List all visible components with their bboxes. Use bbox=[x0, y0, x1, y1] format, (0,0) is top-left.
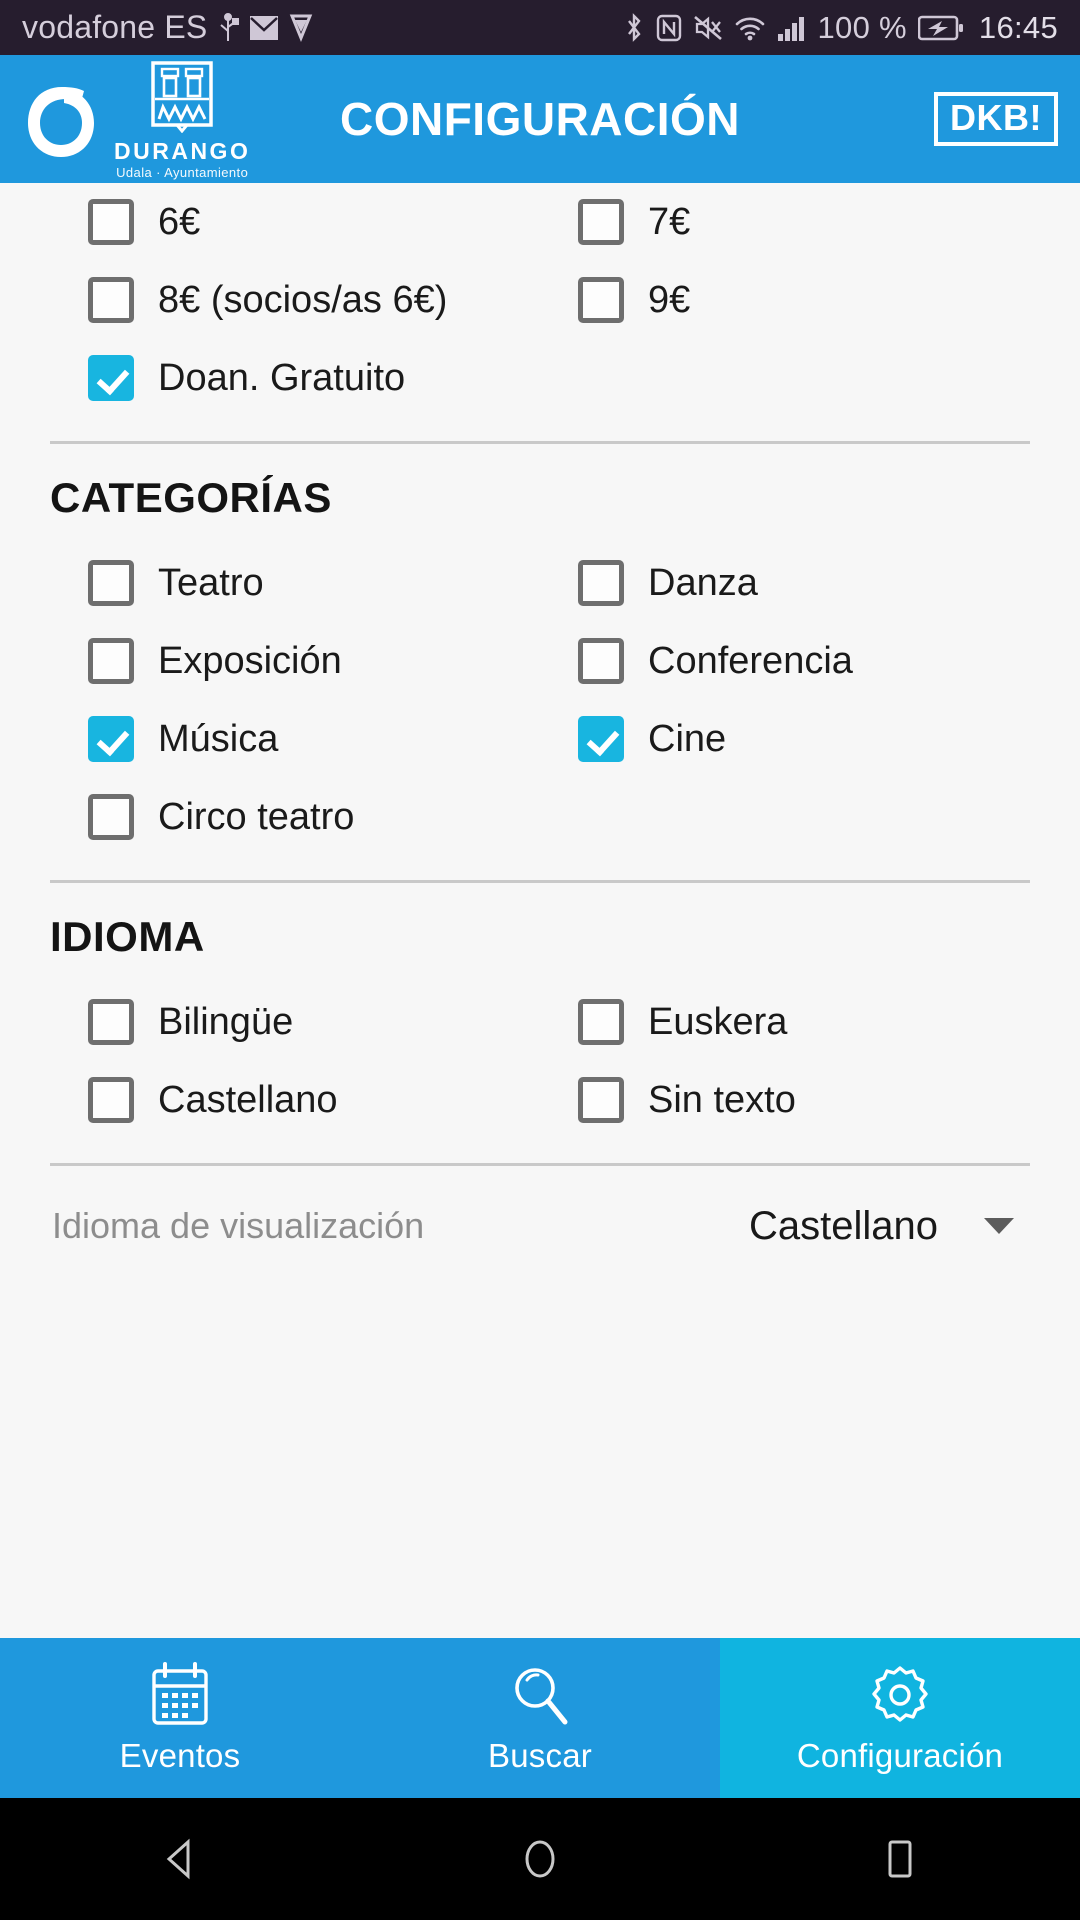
checkbox-row-price-6[interactable]: 6€ bbox=[50, 183, 540, 261]
checkbox-bilingue[interactable] bbox=[88, 999, 134, 1045]
checkbox-conferencia[interactable] bbox=[578, 638, 624, 684]
checkbox-label: Exposición bbox=[158, 639, 342, 682]
checkbox-label: 7€ bbox=[648, 200, 691, 243]
checkbox-label: Danza bbox=[648, 561, 758, 604]
display-language-label: Idioma de visualización bbox=[52, 1205, 425, 1246]
status-bar-right: 100 % 16:45 bbox=[623, 10, 1058, 46]
checkbox-musica[interactable] bbox=[88, 716, 134, 762]
checkbox-row-conferencia[interactable]: Conferencia bbox=[540, 622, 1030, 700]
tab-label: Buscar bbox=[488, 1737, 592, 1774]
durango-subtitle-label: Udala · Ayuntamiento bbox=[116, 165, 249, 180]
display-language-row[interactable]: Idioma de visualización Castellano bbox=[50, 1166, 1030, 1286]
checkbox-label: Euskera bbox=[648, 1000, 788, 1043]
checkbox-euskera[interactable] bbox=[578, 999, 624, 1045]
language-group: Bilingüe Euskera Castellano Sin texto bbox=[50, 983, 1030, 1139]
mute-icon bbox=[693, 13, 723, 43]
checkbox-danza[interactable] bbox=[578, 560, 624, 606]
mail-icon bbox=[249, 15, 279, 41]
checkbox-label: Cine bbox=[648, 717, 727, 760]
app-header: DURANGO Udala · Ayuntamiento CONFIGURACI… bbox=[0, 55, 1080, 183]
checkbox-label: Circo teatro bbox=[158, 795, 355, 838]
download-icon bbox=[289, 14, 313, 42]
checkbox-price-7[interactable] bbox=[578, 199, 624, 245]
checkbox-label: Sin texto bbox=[648, 1078, 796, 1121]
display-language-dropdown[interactable]: Castellano bbox=[749, 1204, 1028, 1249]
battery-percent-label: 100 % bbox=[817, 9, 907, 45]
settings-content[interactable]: 6€ 7€ 8€ (socios/as 6€) 9€ Doan. Gratuit… bbox=[0, 183, 1080, 1638]
checkbox-row-musica[interactable]: Música bbox=[50, 700, 540, 778]
back-icon[interactable] bbox=[80, 1831, 280, 1887]
checkbox-sin-texto[interactable] bbox=[578, 1077, 624, 1123]
durango-name-label: DURANGO bbox=[114, 138, 251, 164]
nfc-icon bbox=[656, 13, 682, 43]
usb-icon bbox=[217, 12, 240, 43]
checkbox-label: 8€ (socios/as 6€) bbox=[158, 278, 448, 321]
checkbox-row-castellano[interactable]: Castellano bbox=[50, 1061, 540, 1139]
durango-crest-icon bbox=[149, 59, 215, 137]
checkbox-price-free[interactable] bbox=[88, 355, 134, 401]
status-bar: vodafone ES 100 % 16:45 bbox=[0, 0, 1080, 55]
checkbox-cine[interactable] bbox=[578, 716, 624, 762]
tab-buscar[interactable]: Buscar bbox=[360, 1638, 720, 1798]
checkbox-row-cine[interactable]: Cine bbox=[540, 700, 1030, 778]
brand-logo-group: DURANGO Udala · Ayuntamiento bbox=[22, 59, 250, 179]
checkbox-exposicion[interactable] bbox=[88, 638, 134, 684]
tab-label: Eventos bbox=[119, 1737, 241, 1774]
display-language-value: Castellano bbox=[748, 1203, 938, 1248]
checkbox-row-exposicion[interactable]: Exposición bbox=[50, 622, 540, 700]
checkbox-label: Música bbox=[158, 717, 279, 760]
chevron-down-icon[interactable] bbox=[984, 1218, 1014, 1234]
checkbox-row-teatro[interactable]: Teatro bbox=[50, 544, 540, 622]
checkbox-row-bilingue[interactable]: Bilingüe bbox=[50, 983, 540, 1061]
section-title-idioma: IDIOMA bbox=[50, 913, 205, 960]
checkbox-row-danza[interactable]: Danza bbox=[540, 544, 1030, 622]
checkbox-row-price-free[interactable]: Doan. Gratuito bbox=[50, 339, 1030, 417]
calendar-icon bbox=[149, 1661, 211, 1729]
gear-icon bbox=[868, 1661, 932, 1729]
checkbox-price-6[interactable] bbox=[88, 199, 134, 245]
durango-logo: DURANGO Udala · Ayuntamiento bbox=[114, 59, 250, 179]
divider-categories bbox=[50, 441, 1030, 444]
clock-label: 16:45 bbox=[978, 9, 1058, 45]
checkbox-row-sin-texto[interactable]: Sin texto bbox=[540, 1061, 1030, 1139]
checkbox-row-price-7[interactable]: 7€ bbox=[540, 183, 1030, 261]
bottom-tab-bar: Eventos Buscar Configuración bbox=[0, 1638, 1080, 1798]
search-icon bbox=[509, 1661, 571, 1729]
checkbox-label: Bilingüe bbox=[158, 1000, 294, 1043]
status-bar-left: vodafone ES bbox=[22, 9, 313, 46]
dkb-badge[interactable]: DKB! bbox=[934, 91, 1058, 147]
checkbox-castellano[interactable] bbox=[88, 1077, 134, 1123]
checkbox-row-circo-teatro[interactable]: Circo teatro bbox=[50, 778, 1030, 856]
categories-group: Teatro Danza Exposición Conferencia Músi… bbox=[50, 544, 1030, 856]
tab-label: Configuración bbox=[796, 1737, 1004, 1774]
divider-language bbox=[50, 880, 1030, 883]
checkbox-row-euskera[interactable]: Euskera bbox=[540, 983, 1030, 1061]
checkbox-label: Teatro bbox=[158, 561, 264, 604]
checkbox-label: Castellano bbox=[158, 1078, 338, 1121]
checkbox-row-price-9[interactable]: 9€ bbox=[540, 261, 1030, 339]
tab-configuracion[interactable]: Configuración bbox=[720, 1638, 1080, 1798]
wifi-icon bbox=[734, 14, 766, 42]
checkbox-label: Conferencia bbox=[648, 639, 853, 682]
android-nav-bar bbox=[0, 1798, 1080, 1920]
checkbox-label: Doan. Gratuito bbox=[158, 356, 406, 399]
bluetooth-icon bbox=[623, 12, 645, 43]
signal-icon bbox=[777, 14, 807, 42]
recents-icon[interactable] bbox=[800, 1831, 1000, 1887]
checkbox-price-9[interactable] bbox=[578, 277, 624, 323]
carrier-label: vodafone ES bbox=[22, 9, 208, 45]
checkbox-teatro[interactable] bbox=[88, 560, 134, 606]
checkbox-circo-teatro[interactable] bbox=[88, 794, 134, 840]
phone-screen: vodafone ES 100 % 16:45 DURANGO Udala · … bbox=[0, 0, 1080, 1920]
battery-charging-icon bbox=[917, 15, 964, 41]
prices-group: 6€ 7€ 8€ (socios/as 6€) 9€ Doan. Gratuit… bbox=[50, 183, 1030, 417]
checkbox-label: 6€ bbox=[158, 200, 201, 243]
app-logo-icon bbox=[22, 73, 100, 166]
checkbox-price-8[interactable] bbox=[88, 277, 134, 323]
home-icon[interactable] bbox=[440, 1831, 640, 1887]
checkbox-row-price-8[interactable]: 8€ (socios/as 6€) bbox=[50, 261, 540, 339]
checkbox-label: 9€ bbox=[648, 278, 691, 321]
section-title-categories: CATEGORÍAS bbox=[50, 474, 332, 521]
tab-eventos[interactable]: Eventos bbox=[0, 1638, 360, 1798]
